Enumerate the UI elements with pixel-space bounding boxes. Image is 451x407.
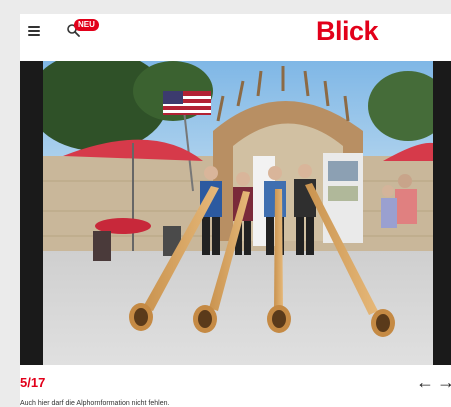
new-badge[interactable]: NEU: [74, 19, 99, 31]
page-frame: NEU Blick 5/17 ← → Auch hier darf die Al…: [20, 14, 451, 407]
previous-arrow-icon[interactable]: ←: [416, 372, 434, 393]
next-arrow-icon[interactable]: →: [437, 372, 451, 393]
gallery-photo[interactable]: [43, 61, 433, 365]
gallery-counter: 5/17: [20, 375, 46, 390]
blick-logo[interactable]: Blick: [316, 16, 379, 47]
image-gallery[interactable]: [20, 61, 451, 365]
alphorn-photo-illustration: [43, 61, 433, 365]
hamburger-menu-icon[interactable]: [28, 26, 40, 36]
header: NEU Blick: [20, 14, 451, 60]
image-caption: Auch hier darf die Alphornformation nich…: [20, 400, 170, 407]
